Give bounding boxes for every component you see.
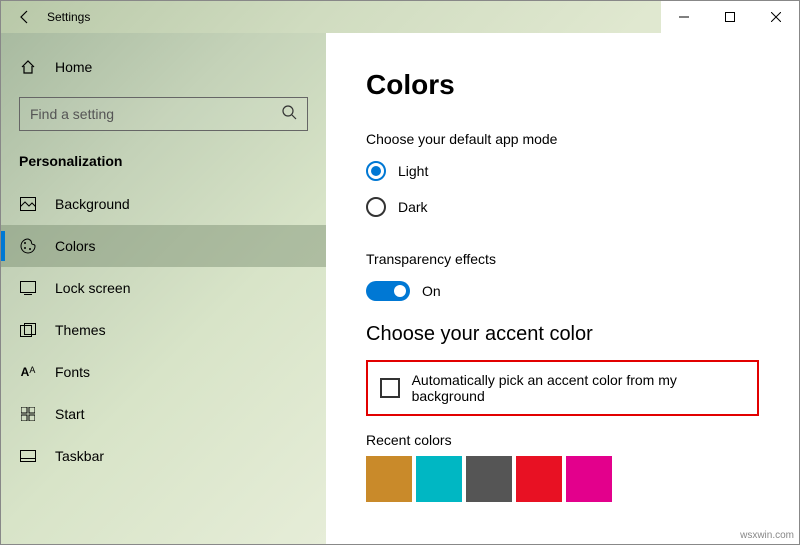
sidebar-item-taskbar[interactable]: Taskbar <box>1 435 326 477</box>
minimize-icon <box>679 12 689 22</box>
sidebar-item-themes[interactable]: Themes <box>1 309 326 351</box>
nav-list: Background Colors Lock screen Themes AA … <box>1 183 326 477</box>
search-box[interactable] <box>19 97 308 131</box>
picture-icon <box>19 197 37 211</box>
watermark: wsxwin.com <box>740 530 794 541</box>
search-input[interactable] <box>30 106 281 122</box>
minimize-button[interactable] <box>661 1 707 33</box>
main-panel: Colors Choose your default app mode Ligh… <box>326 33 799 544</box>
recent-colors-label: Recent colors <box>366 432 799 448</box>
sidebar-item-fonts[interactable]: AA Fonts <box>1 351 326 393</box>
sidebar-item-label: Start <box>55 406 85 422</box>
auto-accent-checkbox[interactable] <box>380 378 400 398</box>
sidebar-item-label: Themes <box>55 322 106 338</box>
color-swatch[interactable] <box>566 456 612 502</box>
maximize-button[interactable] <box>707 1 753 33</box>
search-icon <box>281 104 297 125</box>
themes-icon <box>19 323 37 337</box>
sidebar-item-label: Colors <box>55 238 95 254</box>
lockscreen-icon <box>19 281 37 295</box>
close-button[interactable] <box>753 1 799 33</box>
radio-dark-label: Dark <box>398 199 428 215</box>
home-icon <box>19 59 37 75</box>
sidebar-item-colors[interactable]: Colors <box>1 225 326 267</box>
close-icon <box>771 12 781 22</box>
sidebar-item-label: Fonts <box>55 364 90 380</box>
color-swatch[interactable] <box>416 456 462 502</box>
app-mode-label: Choose your default app mode <box>366 131 799 147</box>
color-swatch[interactable] <box>466 456 512 502</box>
sidebar-item-label: Background <box>55 196 130 212</box>
sidebar-item-lockscreen[interactable]: Lock screen <box>1 267 326 309</box>
sidebar-item-label: Lock screen <box>55 280 130 296</box>
transparency-label: Transparency effects <box>366 251 799 267</box>
titlebar: Settings <box>1 1 799 33</box>
sidebar: Home Personalization Background Colors L <box>1 33 326 544</box>
palette-icon <box>19 238 37 254</box>
radio-dark[interactable]: Dark <box>366 197 799 217</box>
category-heading: Personalization <box>1 145 326 183</box>
transparency-state: On <box>422 283 441 299</box>
radio-light-label: Light <box>398 163 428 179</box>
window-title: Settings <box>47 10 90 24</box>
taskbar-icon <box>19 450 37 462</box>
transparency-toggle[interactable] <box>366 281 410 301</box>
sidebar-item-start[interactable]: Start <box>1 393 326 435</box>
auto-accent-label: Automatically pick an accent color from … <box>412 372 745 404</box>
radio-icon <box>366 197 386 217</box>
sidebar-item-label: Taskbar <box>55 448 104 464</box>
sidebar-item-background[interactable]: Background <box>1 183 326 225</box>
recent-colors <box>366 456 799 502</box>
page-title: Colors <box>366 69 799 101</box>
fonts-icon: AA <box>19 365 37 379</box>
radio-light[interactable]: Light <box>366 161 799 181</box>
color-swatch[interactable] <box>366 456 412 502</box>
accent-heading: Choose your accent color <box>366 323 799 346</box>
back-button[interactable] <box>9 1 41 33</box>
home-button[interactable]: Home <box>1 47 326 87</box>
radio-icon <box>366 161 386 181</box>
start-icon <box>19 407 37 421</box>
color-swatch[interactable] <box>516 456 562 502</box>
auto-accent-row-highlight: Automatically pick an accent color from … <box>366 360 759 416</box>
maximize-icon <box>725 12 735 22</box>
home-label: Home <box>55 59 92 75</box>
arrow-left-icon <box>17 9 33 25</box>
